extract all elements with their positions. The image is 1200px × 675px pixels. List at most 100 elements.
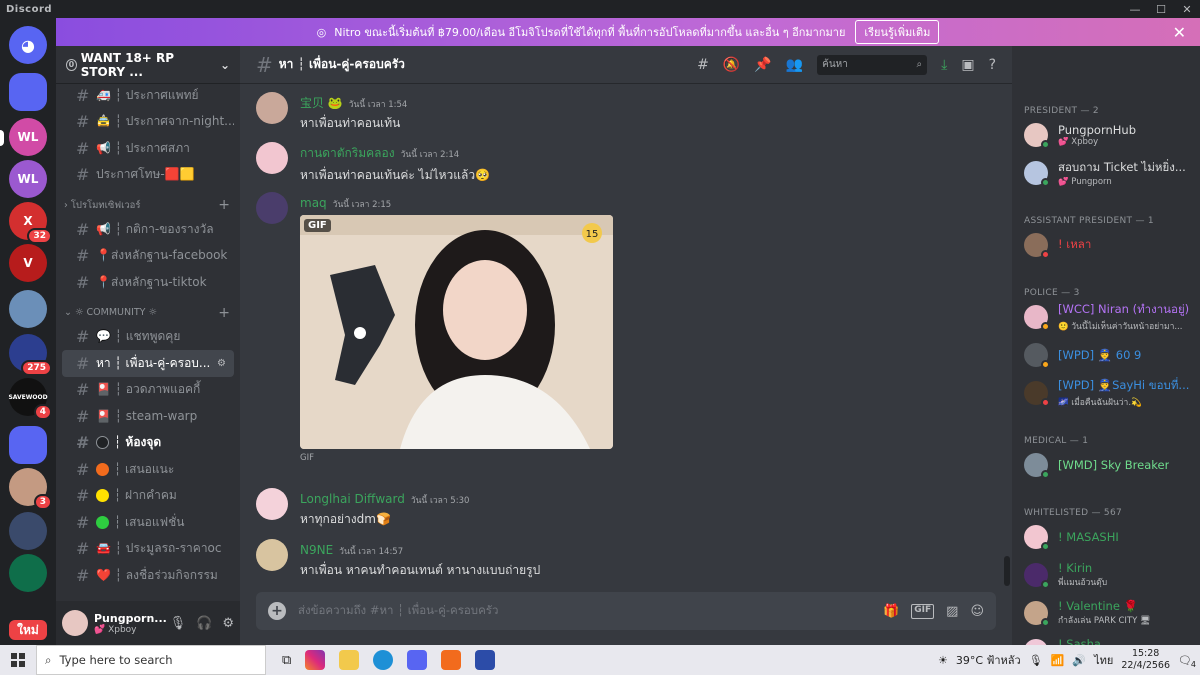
avatar[interactable] (62, 610, 88, 636)
member-item[interactable]: ! MASASHI (1012, 518, 1200, 556)
minimize-icon[interactable]: — (1122, 0, 1148, 18)
instagram-icon[interactable] (305, 650, 326, 670)
member-item[interactable]: ! เหลา (1012, 226, 1200, 264)
server-icon[interactable] (9, 73, 47, 111)
channel-item[interactable]: # ประกาศโทษ-🟥🟨 (62, 162, 234, 189)
server-icon[interactable] (9, 426, 47, 464)
channel-item[interactable]: # ┆ ฝากคำคม (62, 483, 234, 510)
add-channel-icon[interactable]: + (218, 197, 230, 213)
member-item[interactable]: สอบถาม Ticket ไม่หยิ่ง... 💕 Pungporn (1012, 154, 1200, 192)
file-explorer-icon[interactable] (339, 650, 360, 670)
member-item[interactable]: ! Kirin พี่แมนอ้วนตุ๊บ (1012, 556, 1200, 594)
server-icon[interactable]: SAVEWOOD 4 (8, 378, 52, 420)
server-icon[interactable] (9, 512, 47, 550)
message-author[interactable]: N9NE (300, 543, 333, 557)
server-icon[interactable]: X 32 (9, 202, 52, 244)
member-item[interactable]: PungpornHub 💕 Xpboy (1012, 116, 1200, 154)
channel-item[interactable]: # 🚖 ┆ ประกาศจาก-night... (62, 109, 234, 136)
member-item[interactable]: [WPD] 👮SayHi ขอบที่... 🌌 เมื่อคืนฉันฝันว่… (1012, 374, 1200, 412)
download-icon[interactable]: ⤓ (941, 57, 947, 73)
server-icon[interactable]: V (9, 244, 47, 282)
channel-item[interactable]: # 💬 ┆ แชทพูดคุย (62, 324, 234, 351)
weather-text[interactable]: 39°C ฟ้าหลัว (956, 651, 1021, 669)
discord-icon[interactable] (407, 650, 428, 670)
server-icon[interactable]: ใหม่ (9, 620, 47, 640)
server-icon[interactable] (9, 554, 47, 592)
channel-item[interactable]: # ┆ เสนอแฟชั่น (62, 509, 234, 536)
member-item[interactable]: [WCC] Niran (ทำงานอยู่) 🙂 วันนี้ไม่เห็นค่… (1012, 298, 1200, 336)
server-header[interactable]: 0 WANT 18+ RP STORY ... ⌄ (56, 46, 240, 84)
message-author[interactable]: กานดาตักริมคลอง (300, 146, 395, 160)
inbox-icon[interactable]: ▣ (961, 57, 974, 73)
channel-item[interactable]: # 🚑 ┆ ประกาศแพทย์ (62, 82, 234, 109)
clock[interactable]: 15:28 22/4/2566 (1121, 648, 1170, 672)
server-icon[interactable]: WL (9, 160, 47, 198)
category-promo[interactable]: › โปรโมทเซิฟเวอร์ + (56, 194, 240, 216)
category-community[interactable]: ⌄ ☼ COMMUNITY ☼ + (56, 302, 240, 324)
server-icon[interactable]: 3 (9, 468, 52, 510)
channel-item[interactable]: # 📍ส่งหลักฐาน-tiktok (62, 269, 234, 296)
server-icon[interactable]: WL (9, 118, 47, 156)
channel-item[interactable]: # 📍ส่งหลักฐาน-facebook (62, 243, 234, 270)
threads-icon[interactable]: # (697, 57, 709, 73)
chevron-down-icon[interactable]: ⌄ (220, 58, 230, 72)
gift-icon[interactable]: 🎁 (883, 604, 899, 619)
sticker-icon[interactable]: ▨ (946, 604, 958, 619)
windows-start-icon[interactable] (0, 653, 36, 667)
network-icon[interactable]: 📶 (1051, 654, 1065, 667)
message-author[interactable]: maq (300, 196, 327, 210)
channel-item[interactable]: # 🎴 ┆ อวดภาพแอคกี้ (62, 377, 234, 404)
deafen-icon[interactable]: 🎧 (196, 616, 212, 631)
avatar[interactable] (256, 192, 288, 224)
server-icon[interactable]: 275 (9, 334, 52, 376)
add-attachment-icon[interactable]: + (268, 602, 286, 620)
server-icon[interactable] (9, 290, 47, 328)
microphone-icon[interactable]: 🎙 (1029, 654, 1043, 667)
taskbar-search-input[interactable]: ⌕ Type here to search (36, 645, 266, 675)
notification-bell-icon[interactable]: 🔕 (723, 57, 740, 73)
language-indicator[interactable]: ไทย (1094, 651, 1113, 669)
volume-icon[interactable]: 🔊 (1072, 654, 1086, 667)
pin-icon[interactable]: 📌 (754, 57, 771, 73)
learn-more-button[interactable]: เรียนรู้เพิ่มเติม (855, 20, 940, 44)
channel-settings-icon[interactable]: ⚙ (217, 358, 226, 369)
avatar[interactable] (256, 92, 288, 124)
notification-center-icon[interactable]: 🗨 4 (1178, 654, 1196, 669)
channel-item[interactable]: # 📢 ┆ กติกา-ของรางวัล (62, 216, 234, 243)
mute-icon[interactable]: 🎙 (170, 616, 187, 631)
message-author[interactable]: 宝贝 🐸 (300, 96, 343, 110)
task-view-icon[interactable]: ⧉ (282, 653, 291, 668)
channel-item[interactable]: # ┆ ห้องจุด (62, 430, 234, 457)
channel-item[interactable]: # 📢 ┆ ประกาศสภา (62, 135, 234, 162)
close-icon[interactable]: ✕ (1174, 0, 1200, 18)
help-icon[interactable]: ? (989, 57, 996, 73)
member-item[interactable]: [WPD] 👮 60 9 (1012, 336, 1200, 374)
channel-item[interactable]: # 🎴 ┆ steam-warp (62, 403, 234, 430)
gear-icon[interactable]: ⚙ (222, 616, 234, 631)
emoji-icon[interactable]: ☺ (970, 604, 984, 619)
edge-icon[interactable] (373, 650, 394, 670)
channel-item[interactable]: # ┆ เสนอแนะ (62, 456, 234, 483)
member-item[interactable]: [WMD] Sky Breaker (1012, 446, 1200, 484)
gif-attachment[interactable]: 15 GIF (300, 215, 613, 449)
channel-item[interactable]: # หา ┆ เพื่อน-คู่-ครอบ... ⚙ (62, 350, 234, 377)
avatar[interactable] (256, 142, 288, 174)
maximize-icon[interactable]: ☐ (1148, 0, 1174, 18)
message-composer[interactable]: + ส่งข้อความถึง #หา ┆ เพื่อน-คู่-ครอบครั… (256, 592, 996, 630)
app-icon[interactable] (475, 650, 496, 670)
add-channel-icon[interactable]: + (218, 305, 230, 321)
discord-home-icon[interactable]: ◕ (9, 26, 47, 64)
member-list-icon[interactable]: 👥 (786, 57, 803, 73)
channel-item[interactable]: # 🚘 ┆ ประมูลรถ-ราคาoc (62, 536, 234, 563)
channel-item[interactable]: # ❤️ ┆ ลงชื่อร่วมกิจกรรม (62, 562, 234, 589)
gif-picker-icon[interactable]: GIF (911, 603, 935, 619)
search-input[interactable]: ค้นหา ⌕ (817, 54, 928, 75)
member-item[interactable]: ! Valentine 🌹 กำลังเล่น PARK CITY 🖥 (1012, 594, 1200, 632)
close-banner-icon[interactable]: ✕ (1173, 23, 1186, 42)
member-item[interactable]: ! Sasha🌪 ขอบคุณนะที่เลิกกัน ปลดปล่... (1012, 632, 1200, 645)
avatar[interactable] (256, 488, 288, 520)
scrollbar[interactable] (1004, 556, 1010, 586)
avatar[interactable] (256, 539, 288, 571)
message-author[interactable]: Longlhai Diffward (300, 492, 405, 506)
app-icon[interactable] (441, 650, 462, 670)
